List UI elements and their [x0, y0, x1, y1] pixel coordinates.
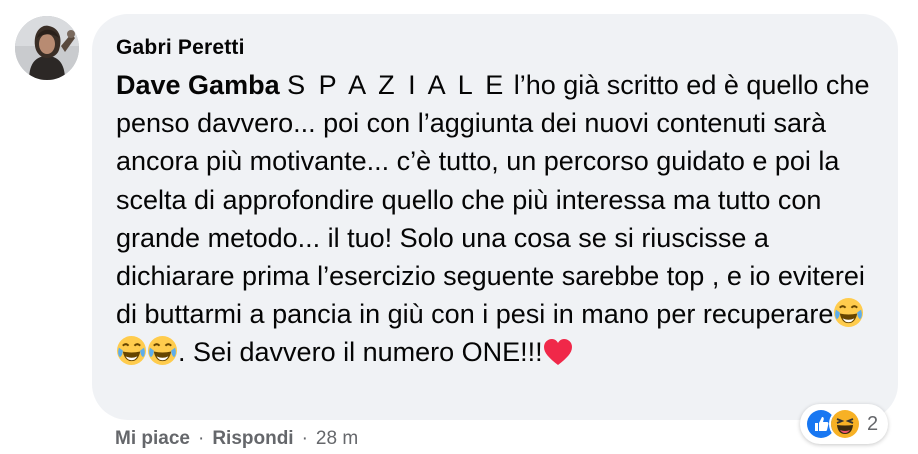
comment-author[interactable]: Gabri Peretti [116, 36, 245, 60]
red-heart-icon [543, 338, 573, 366]
haha-icon [829, 408, 861, 440]
comment-timestamp[interactable]: 28 m [316, 428, 358, 450]
comment-thread: Gabri Peretti Dave Gamba S P A Z I A L E… [0, 0, 918, 454]
avatar-photo [15, 16, 79, 80]
comment-spaced-word: S P A Z I A L E [287, 70, 507, 100]
reply-button[interactable]: Rispondi [212, 428, 293, 450]
reaction-summary[interactable]: 2 [800, 404, 889, 444]
like-button[interactable]: Mi piace [115, 428, 190, 450]
comment-body-main: l’ho già scritto ed è quello che penso d… [116, 70, 870, 330]
comment-bubble: Gabri Peretti Dave Gamba S P A Z I A L E… [92, 14, 898, 420]
reaction-count: 2 [867, 412, 879, 435]
comment-text: Dave Gamba S P A Z I A L E l’ho già scri… [116, 66, 876, 372]
comment-actions: Mi piace · Rispondi · 28 m [115, 428, 358, 450]
face-with-tears-of-joy-icon [147, 335, 178, 366]
comment-body-tail: . Sei davvero il numero ONE!!! [178, 337, 543, 368]
action-separator: · [197, 428, 205, 449]
face-with-tears-of-joy-icon [833, 297, 864, 328]
action-separator: · [301, 428, 308, 449]
face-with-tears-of-joy-icon [116, 335, 147, 366]
avatar[interactable] [15, 16, 79, 80]
mention-link[interactable]: Dave Gamba [116, 70, 280, 100]
